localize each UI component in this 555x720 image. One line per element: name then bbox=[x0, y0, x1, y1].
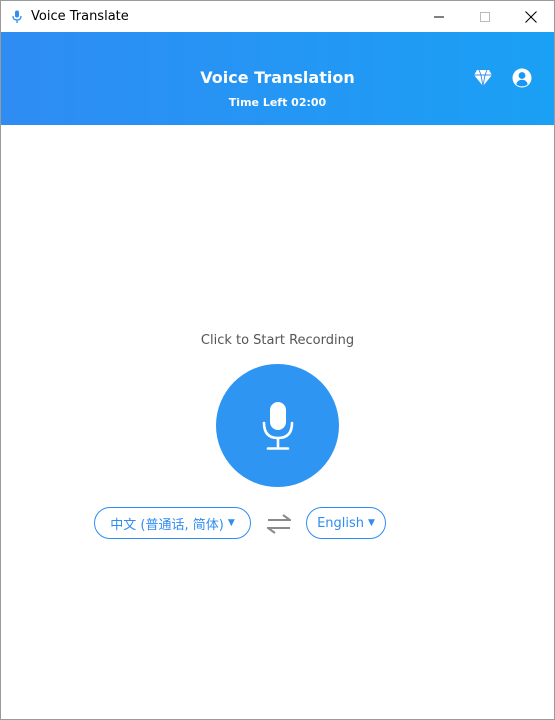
diamond-icon bbox=[474, 69, 492, 87]
premium-button[interactable] bbox=[472, 67, 494, 89]
target-language-label: English bbox=[317, 515, 365, 531]
source-language-select[interactable]: 中文 (普通话, 简体) ▼ bbox=[94, 507, 251, 539]
recording-prompt: Click to Start Recording bbox=[200, 333, 355, 348]
account-icon bbox=[512, 68, 532, 88]
app-header: Voice Translation Time Left 02:00 bbox=[1, 32, 554, 125]
source-language-label: 中文 (普通话, 简体) bbox=[110, 517, 224, 533]
maximize-icon bbox=[480, 11, 490, 22]
title-bar[interactable]: Voice Translate bbox=[1, 1, 554, 32]
target-language-select[interactable]: English ▼ bbox=[306, 507, 386, 539]
window-title: Voice Translate bbox=[31, 9, 129, 24]
minimize-button[interactable] bbox=[416, 1, 462, 32]
swap-languages-button[interactable] bbox=[266, 511, 292, 537]
minimize-icon bbox=[434, 16, 444, 17]
caret-down-icon: ▼ bbox=[368, 517, 375, 528]
record-button[interactable] bbox=[216, 364, 339, 487]
microphone-icon bbox=[262, 401, 293, 450]
close-button[interactable] bbox=[508, 1, 554, 32]
maximize-button[interactable] bbox=[462, 1, 508, 32]
account-button[interactable] bbox=[511, 67, 533, 89]
microphone-app-icon bbox=[9, 9, 25, 25]
window-controls bbox=[416, 1, 554, 32]
swap-arrows-icon bbox=[267, 514, 291, 534]
app-window: Voice Translate Voice Translation Time L… bbox=[0, 0, 555, 720]
caret-down-icon: ▼ bbox=[227, 517, 235, 528]
time-left-label: Time Left 02:00 bbox=[228, 96, 327, 109]
close-icon bbox=[525, 10, 537, 23]
